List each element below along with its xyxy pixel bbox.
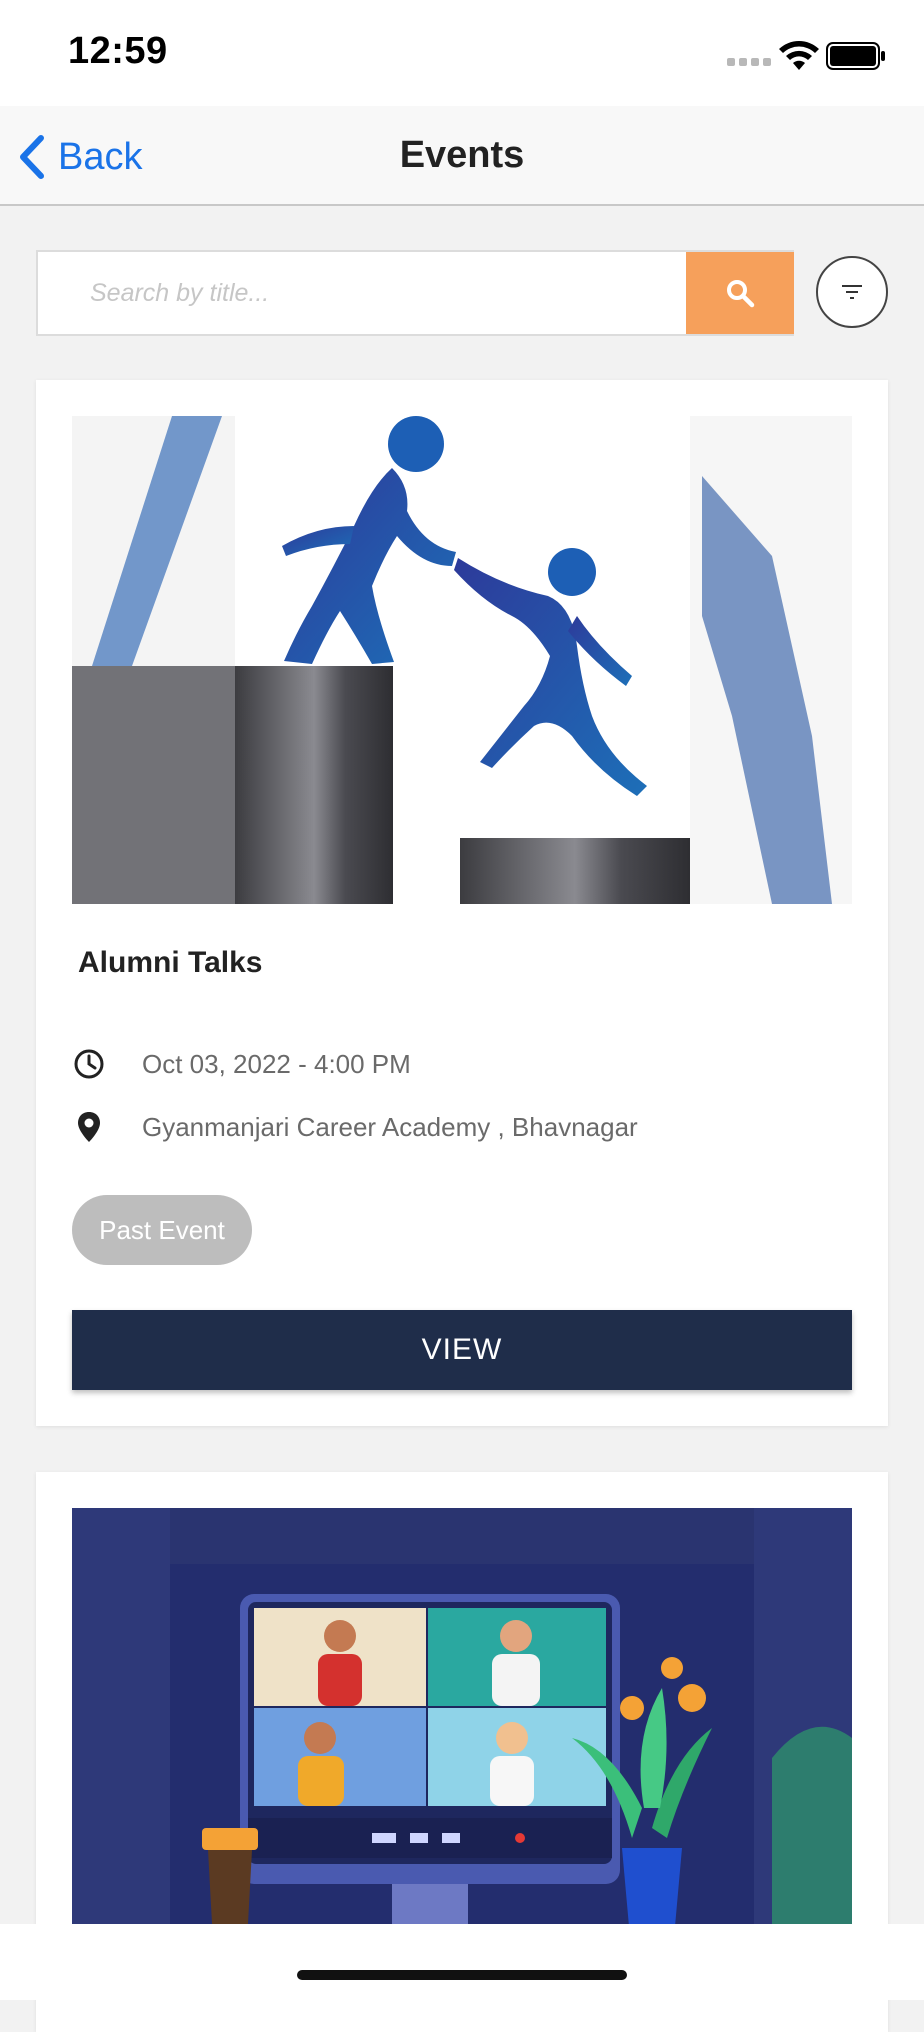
cellular-signal-icon <box>727 58 771 66</box>
search-input[interactable] <box>58 252 698 334</box>
filter-button[interactable] <box>816 256 888 328</box>
location-pin-icon <box>78 1112 100 1142</box>
status-badge: Past Event <box>72 1195 252 1265</box>
event-image <box>72 1508 852 1960</box>
event-location-row: Gyanmanjari Career Academy , Bhavnagar <box>72 1110 638 1144</box>
clock-icon <box>74 1049 104 1079</box>
home-indicator-area <box>0 1924 924 2000</box>
status-time: 12:59 <box>68 30 168 72</box>
helping-hand-climb-illustration <box>72 416 852 904</box>
wifi-icon <box>779 41 819 70</box>
video-conference-illustration <box>72 1508 852 1960</box>
event-image <box>72 416 852 904</box>
event-datetime-row: Oct 03, 2022 - 4:00 PM <box>72 1047 411 1081</box>
search-button[interactable] <box>686 252 794 334</box>
status-bar: 12:59 <box>0 0 924 106</box>
home-indicator[interactable] <box>297 1970 627 1980</box>
battery-icon <box>826 42 885 70</box>
search-row <box>36 250 888 336</box>
search-box <box>36 250 794 336</box>
event-title: Alumni Talks <box>78 946 263 979</box>
navigation-bar: Back Events <box>0 106 924 206</box>
filter-icon <box>842 285 862 299</box>
view-button[interactable]: VIEW <box>72 1310 852 1390</box>
search-icon <box>727 280 755 308</box>
event-card[interactable]: Alumni Talks Oct 03, 2022 - 4:00 PM Gyan… <box>36 380 888 1426</box>
event-location: Gyanmanjari Career Academy , Bhavnagar <box>142 1112 638 1142</box>
page-title: Events <box>399 134 525 176</box>
event-datetime: Oct 03, 2022 - 4:00 PM <box>142 1049 411 1079</box>
